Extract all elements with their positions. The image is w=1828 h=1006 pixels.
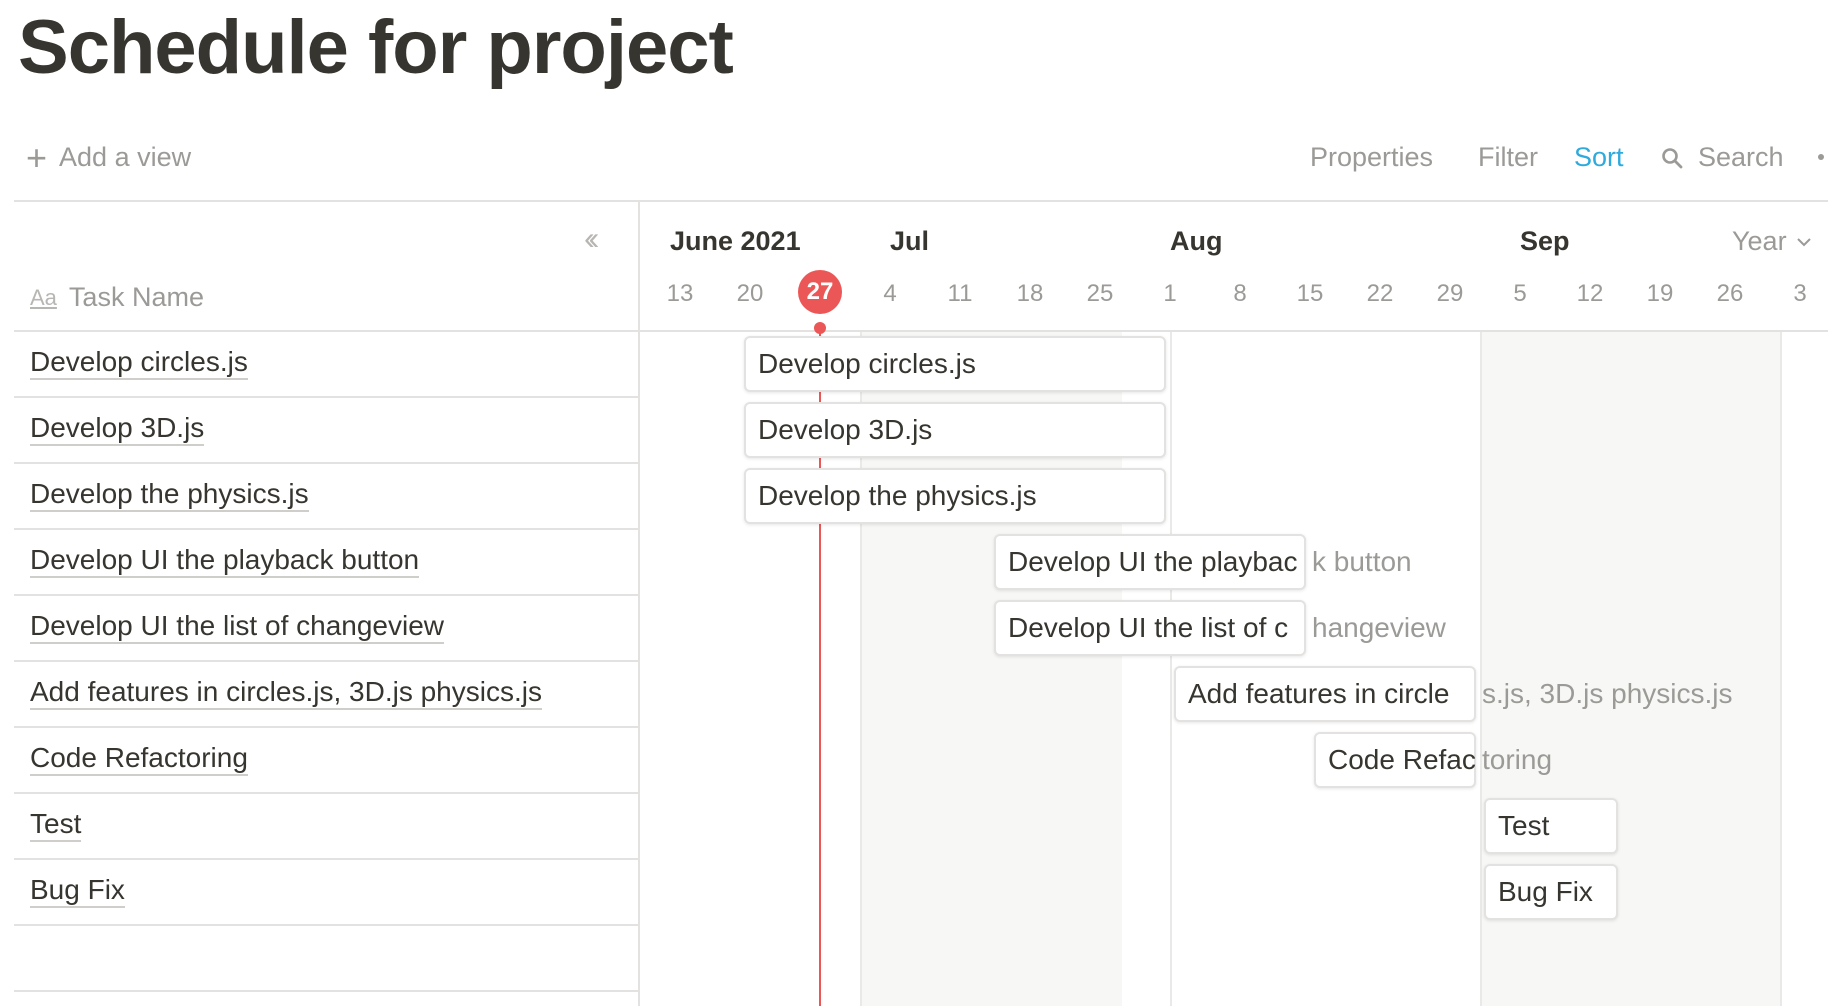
search-label: Search	[1698, 142, 1784, 172]
month-label: Aug	[1170, 226, 1223, 256]
table-row[interactable]: Develop circles.js	[14, 332, 638, 398]
date-tick: 11	[947, 280, 973, 307]
table-row[interactable]: Bug Fix	[14, 860, 638, 926]
task-name-cell[interactable]: Develop the physics.js	[30, 478, 309, 512]
month-label: June 2021	[670, 226, 801, 256]
timeline[interactable]: June 2021 Jul Aug Sep 13 20 27 4 11 18 2…	[640, 202, 1828, 1006]
date-tick: 25	[1086, 280, 1114, 307]
table-row[interactable]: Develop 3D.js	[14, 398, 638, 464]
empty-row[interactable]	[14, 926, 638, 992]
zoom-select[interactable]: Year	[1732, 226, 1813, 257]
gantt-bar-label: Bug Fix	[1498, 876, 1593, 907]
table-row[interactable]: Develop the physics.js	[14, 464, 638, 530]
date-tick: 29	[1436, 280, 1464, 307]
task-name-cell[interactable]: Develop UI the playback button	[30, 544, 420, 578]
date-tick: 8	[1233, 280, 1247, 307]
gantt-bar-label: Develop UI the list of c	[1008, 612, 1289, 643]
filter-button[interactable]: Filter	[1478, 142, 1538, 173]
task-name-cell[interactable]: Bug Fix	[30, 874, 125, 908]
page-title[interactable]: Schedule for project	[18, 4, 734, 91]
add-view-label: Add a view	[59, 142, 192, 172]
date-tick: 26	[1716, 280, 1744, 307]
task-name-cell[interactable]: Develop UI the list of changeview	[30, 610, 444, 644]
month-label: Jul	[890, 226, 930, 256]
date-tick: 5	[1513, 280, 1527, 307]
double-chevron-left-icon[interactable]: ‹‹	[584, 220, 600, 257]
search-button[interactable]: Search	[1660, 142, 1784, 173]
gantt-bar-label: Test	[1498, 810, 1550, 841]
gantt-bar-label: Develop UI the playbac	[1008, 546, 1298, 577]
text-property-icon: Aa	[30, 284, 57, 310]
search-icon	[1662, 147, 1683, 168]
more-icon[interactable]	[1818, 154, 1824, 160]
table-row[interactable]: Develop UI the list of changeview	[14, 596, 638, 662]
date-tick: 20	[736, 280, 764, 307]
month-gridline	[1780, 332, 1782, 1006]
task-name-cell[interactable]: Code Refactoring	[30, 742, 248, 776]
task-name-header[interactable]: Aa Task Name	[30, 282, 204, 313]
gantt-bar-overflow-label: k button	[1312, 546, 1412, 577]
today-badge: 27	[798, 270, 842, 314]
plus-icon: +	[26, 137, 48, 178]
date-tick: 12	[1576, 280, 1604, 307]
date-tick: 1	[1163, 280, 1177, 307]
table-row[interactable]: Add features in circles.js, 3D.js physic…	[14, 662, 638, 728]
task-name-cell[interactable]: Develop circles.js	[30, 346, 248, 380]
date-tick: 18	[1016, 280, 1044, 307]
month-label: Sep	[1520, 226, 1570, 256]
gantt-bar-overflow-label: toring	[1482, 744, 1553, 775]
table-row[interactable]: Test	[14, 794, 638, 860]
date-tick: 4	[883, 280, 897, 307]
date-tick: 13	[666, 280, 694, 307]
task-name-cell[interactable]: Test	[30, 808, 82, 842]
gantt-bar-label: Develop 3D.js	[758, 414, 933, 445]
date-tick: 15	[1296, 280, 1324, 307]
date-tick: 22	[1366, 280, 1394, 307]
table-row[interactable]: Code Refactoring	[14, 728, 638, 794]
table-row[interactable]: Develop UI the playback button	[14, 530, 638, 596]
zoom-label: Year	[1732, 226, 1787, 256]
gantt-bar-label: Develop the physics.js	[758, 480, 1037, 511]
properties-button[interactable]: Properties	[1310, 142, 1433, 173]
task-name-cell[interactable]: Add features in circles.js, 3D.js physic…	[30, 676, 542, 710]
task-table: ‹‹ Aa Task Name Develop circles.js Devel…	[14, 202, 640, 1006]
chevron-down-icon	[1796, 237, 1811, 246]
add-view-button[interactable]: + Add a view	[26, 137, 192, 178]
gantt-bar-overflow-label: s.js, 3D.js physics.js	[1482, 678, 1733, 709]
gantt-bar-label: Code Refac	[1328, 744, 1476, 775]
month-gridline	[1170, 332, 1172, 1006]
gantt-bar-overflow-label: hangeview	[1312, 612, 1446, 643]
gantt-bar-label: Add features in circle	[1188, 678, 1450, 709]
gantt-bar-label: Develop circles.js	[758, 348, 976, 379]
toolbar: + Add a view Properties Filter Sort Sear…	[0, 124, 1828, 188]
task-name-header-label: Task Name	[68, 282, 204, 312]
sort-button[interactable]: Sort	[1574, 142, 1624, 173]
date-tick: 3	[1793, 280, 1807, 307]
date-tick: 19	[1646, 280, 1674, 307]
task-name-cell[interactable]: Develop 3D.js	[30, 412, 205, 446]
